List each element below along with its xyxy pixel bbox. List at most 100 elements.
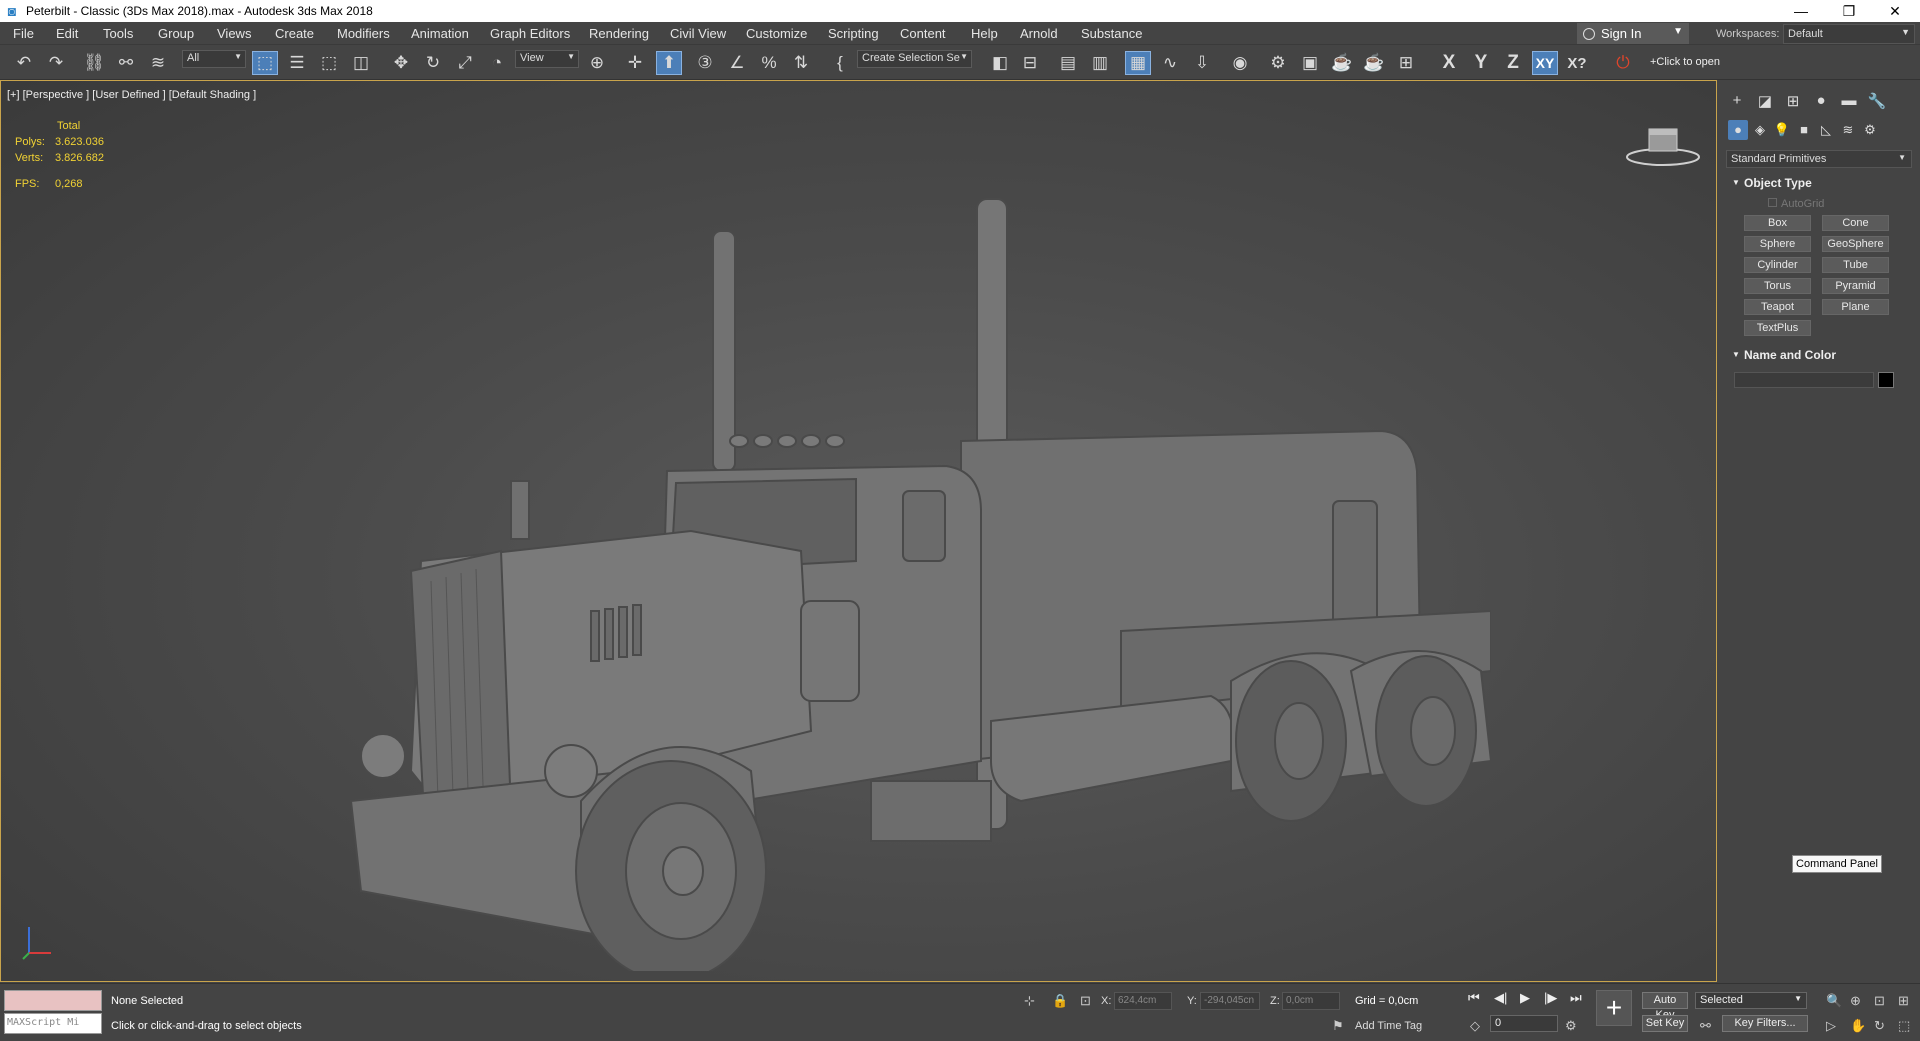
helpers-icon[interactable]: ◺ bbox=[1816, 120, 1836, 140]
mirror-icon[interactable]: ◧ bbox=[987, 51, 1013, 75]
select-object-icon[interactable]: ⬚ bbox=[252, 51, 278, 75]
percent-snap-icon[interactable]: % bbox=[756, 51, 782, 75]
create-tab-icon[interactable]: + bbox=[1726, 92, 1748, 112]
key-mode-toggle-icon[interactable]: ◇ bbox=[1470, 1018, 1480, 1034]
hierarchy-tab-icon[interactable]: ⊞ bbox=[1782, 92, 1804, 112]
autogrid-checkbox[interactable]: AutoGrid bbox=[1768, 198, 1824, 210]
geometry-icon[interactable]: ● bbox=[1728, 120, 1748, 140]
field-of-view-icon[interactable]: ▷ bbox=[1826, 1018, 1836, 1034]
viewport-label[interactable]: [+] [Perspective ] [User Defined ] [Defa… bbox=[7, 89, 256, 101]
isolate-selection-icon[interactable]: ⊹ bbox=[1024, 993, 1035, 1009]
angle-snap-icon[interactable]: ∠ bbox=[724, 51, 750, 75]
undo-icon[interactable]: ↶ bbox=[11, 51, 37, 75]
cylinder-button[interactable]: Cylinder bbox=[1744, 257, 1811, 273]
current-frame-field[interactable]: 0 bbox=[1490, 1015, 1558, 1032]
box-button[interactable]: Box bbox=[1744, 215, 1811, 231]
reference-coordinate-dropdown[interactable]: View ▼ bbox=[515, 50, 579, 68]
close-icon[interactable]: ✕ bbox=[1872, 0, 1918, 22]
window-crossing-icon[interactable]: ◫ bbox=[348, 51, 374, 75]
menu-views[interactable]: Views bbox=[217, 26, 251, 41]
menu-content[interactable]: Content bbox=[900, 26, 946, 41]
y-coord-field[interactable]: -294,045cn bbox=[1200, 992, 1260, 1010]
primitive-category-dropdown[interactable]: Standard Primitives ▼ bbox=[1726, 150, 1912, 168]
object-type-rollout[interactable]: ▼ Object Type bbox=[1726, 176, 1912, 194]
axis-z-button[interactable]: Z bbox=[1500, 51, 1526, 75]
cameras-icon[interactable]: ■ bbox=[1794, 120, 1814, 140]
shapes-icon[interactable]: ◈ bbox=[1750, 120, 1770, 140]
restore-icon[interactable]: ❐ bbox=[1826, 0, 1872, 22]
next-frame-icon[interactable]: |▶ bbox=[1544, 990, 1557, 1006]
key-filters-button[interactable]: Key Filters... bbox=[1722, 1015, 1808, 1032]
go-to-start-icon[interactable]: ⏮ bbox=[1468, 990, 1480, 1006]
key-filters-icon[interactable]: ⚯ bbox=[1700, 1018, 1711, 1034]
menu-group[interactable]: Group bbox=[158, 26, 194, 41]
z-coord-field[interactable]: 0,0cm bbox=[1282, 992, 1340, 1010]
zoom-all-icon[interactable]: ⊕ bbox=[1850, 993, 1861, 1009]
autodesk-a360-icon[interactable]: ⏻ bbox=[1610, 51, 1636, 75]
display-tab-icon[interactable]: ▬ bbox=[1838, 92, 1860, 112]
redo-icon[interactable]: ↷ bbox=[43, 51, 69, 75]
space-warps-icon[interactable]: ≋ bbox=[1838, 120, 1858, 140]
curve-editor-icon[interactable]: ∿ bbox=[1157, 51, 1183, 75]
selection-lock-icon[interactable]: 🔒 bbox=[1052, 993, 1068, 1009]
axis-y-button[interactable]: Y bbox=[1468, 51, 1494, 75]
axis-x-button[interactable]: X bbox=[1436, 51, 1462, 75]
menu-customize[interactable]: Customize bbox=[746, 26, 807, 41]
link-icon[interactable]: ⛓ bbox=[81, 51, 107, 75]
click-to-open-label[interactable]: +Click to open bbox=[1650, 56, 1720, 68]
render-setup-icon[interactable]: ⚙ bbox=[1265, 51, 1291, 75]
systems-icon[interactable]: ⚙ bbox=[1860, 120, 1880, 140]
torus-button[interactable]: Torus bbox=[1744, 278, 1811, 294]
snaps-toggle-icon[interactable]: ③ bbox=[692, 51, 718, 75]
minimize-icon[interactable]: — bbox=[1778, 0, 1824, 22]
maximize-viewport-icon[interactable]: ⬚ bbox=[1898, 1018, 1910, 1034]
modify-tab-icon[interactable]: ◪ bbox=[1754, 92, 1776, 112]
rectangular-selection-icon[interactable]: ⬚ bbox=[316, 51, 342, 75]
geosphere-button[interactable]: GeoSphere bbox=[1822, 236, 1889, 252]
bind-space-warp-icon[interactable]: ≋ bbox=[145, 51, 171, 75]
move-icon[interactable]: ✥ bbox=[388, 51, 414, 75]
spinner-snap-icon[interactable]: ⇅ bbox=[788, 51, 814, 75]
absolute-mode-icon[interactable]: ⊡ bbox=[1080, 993, 1091, 1009]
motion-tab-icon[interactable]: ● bbox=[1810, 92, 1832, 112]
pan-view-icon[interactable]: ✋ bbox=[1850, 1018, 1866, 1034]
edit-named-selection-icon[interactable]: { bbox=[827, 51, 853, 75]
object-name-field[interactable] bbox=[1734, 372, 1874, 388]
perspective-viewport[interactable]: [+] [Perspective ] [User Defined ] [Defa… bbox=[0, 80, 1717, 982]
scene-explorer-icon[interactable]: ▤ bbox=[1055, 51, 1081, 75]
key-mode-dropdown[interactable]: Selected ▼ bbox=[1695, 992, 1807, 1009]
menu-scripting[interactable]: Scripting bbox=[828, 26, 879, 41]
textplus-button[interactable]: TextPlus bbox=[1744, 320, 1811, 336]
go-to-end-icon[interactable]: ⏭ bbox=[1570, 990, 1582, 1006]
menu-modifiers[interactable]: Modifiers bbox=[337, 26, 390, 41]
scale-icon[interactable]: ⤢ bbox=[452, 51, 478, 75]
sphere-button[interactable]: Sphere bbox=[1744, 236, 1811, 252]
zoom-extents-icon[interactable]: ⊡ bbox=[1874, 993, 1885, 1009]
set-key-button[interactable]: Set Key bbox=[1642, 1015, 1688, 1032]
maxscript-input[interactable]: MAXScript Mi bbox=[4, 1013, 102, 1034]
rendered-frame-window-icon[interactable]: ▣ bbox=[1297, 51, 1323, 75]
maxscript-output[interactable] bbox=[4, 990, 102, 1011]
plane-button[interactable]: Plane bbox=[1822, 299, 1889, 315]
axis-xy-button[interactable]: XY bbox=[1532, 51, 1558, 75]
cone-button[interactable]: Cone bbox=[1822, 215, 1889, 231]
maxscript-listener[interactable]: MAXScript Mi bbox=[4, 990, 102, 1036]
named-selection-dropdown[interactable]: Create Selection Se ▼ bbox=[857, 50, 972, 68]
menu-civil-view[interactable]: Civil View bbox=[670, 26, 726, 41]
pivot-center-icon[interactable]: ⊕ bbox=[584, 51, 610, 75]
menu-file[interactable]: File bbox=[13, 26, 34, 41]
teapot-button[interactable]: Teapot bbox=[1744, 299, 1811, 315]
selection-filter-dropdown[interactable]: All ▼ bbox=[182, 50, 246, 68]
zoom-icon[interactable]: 🔍 bbox=[1826, 993, 1842, 1009]
play-icon[interactable]: ▶ bbox=[1520, 990, 1530, 1006]
menu-animation[interactable]: Animation bbox=[411, 26, 469, 41]
render-iterative-icon[interactable]: ☕ bbox=[1361, 51, 1387, 75]
schematic-view-icon[interactable]: ⇩ bbox=[1189, 51, 1215, 75]
set-key-big-icon[interactable]: + bbox=[1596, 990, 1632, 1026]
unlink-icon[interactable]: ⚯ bbox=[113, 51, 139, 75]
layer-explorer-icon[interactable]: ▥ bbox=[1087, 51, 1113, 75]
rotate-icon[interactable]: ↻ bbox=[420, 51, 446, 75]
menu-edit[interactable]: Edit bbox=[56, 26, 78, 41]
viewcube-icon[interactable] bbox=[1623, 119, 1703, 169]
render-in-cloud-icon[interactable]: ⊞ bbox=[1393, 51, 1419, 75]
